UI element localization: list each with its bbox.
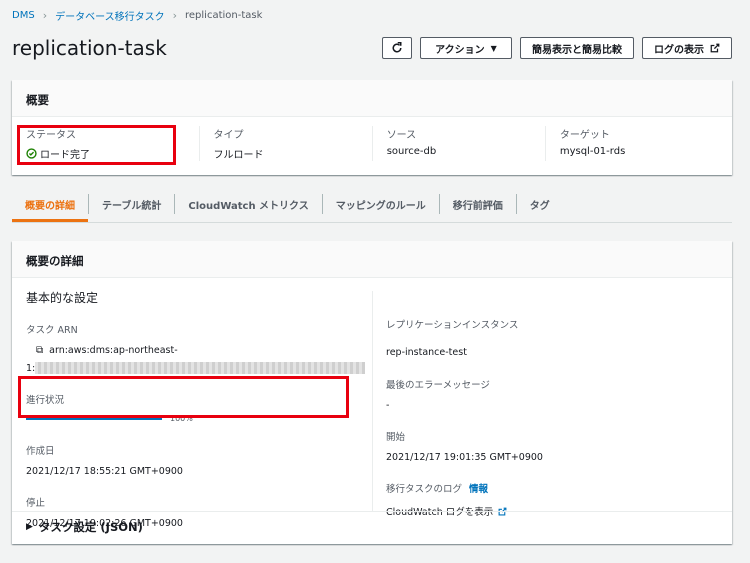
- compare-button[interactable]: 簡易表示と簡易比較: [520, 37, 634, 59]
- tab-mapping-rules[interactable]: マッピングのルール: [321, 194, 439, 214]
- redacted-arn: [35, 362, 366, 374]
- type-field: タイプ フルロード: [198, 126, 372, 161]
- breadcrumb-tasks[interactable]: データベース移行タスク: [55, 8, 165, 23]
- source-link[interactable]: source-db: [387, 146, 437, 157]
- details-right-column: レプリケーションインスタンス rep-instance-test 最後のエラーメ…: [386, 289, 716, 518]
- status-badge: ロード完了: [26, 146, 199, 161]
- progress-value: 100%: [170, 414, 193, 423]
- type-value: フルロード: [213, 150, 264, 161]
- target-link[interactable]: mysql-01-rds: [560, 146, 625, 157]
- task-arn-prefix: 1:: [26, 362, 36, 374]
- stopped-label: 停止: [26, 498, 46, 509]
- target-field: ターゲット mysql-01-rds: [544, 126, 718, 161]
- tab-bar: 概要の詳細 テーブル統計 CloudWatch メトリクス マッピングのルール …: [12, 194, 563, 222]
- progress-label: 進行状況: [26, 395, 65, 406]
- last-error-label: 最後のエラーメッセージ: [386, 380, 490, 391]
- task-settings-label: タスク設定 (JSON): [38, 520, 143, 534]
- page-title: replication-task: [12, 36, 167, 60]
- tab-table-stats[interactable]: テーブル統計: [88, 194, 174, 214]
- details-left-column: 基本的な設定 タスク ARN ⧉ arn:aws:dms:ap-northeas…: [26, 289, 366, 529]
- toolbar: アクション ▼ 簡易表示と簡易比較 ログの表示: [382, 37, 732, 59]
- tab-details[interactable]: 概要の詳細: [12, 194, 88, 222]
- details-title: 概要の詳細: [12, 241, 732, 278]
- summary-panel: 概要 ステータス ロード完了 タイプ フルロード ソース source-db タ…: [12, 80, 732, 175]
- replication-instance-label: レプリケーションインスタンス: [386, 320, 519, 331]
- task-arn-label: タスク ARN: [26, 325, 78, 336]
- caret-right-icon: ▶: [26, 522, 33, 532]
- progress-fill: [26, 417, 162, 420]
- breadcrumb-dms[interactable]: DMS: [12, 10, 35, 21]
- progress-field: 進行状況 100%: [26, 392, 366, 423]
- status-label: ステータス: [26, 130, 76, 141]
- source-field: ソース source-db: [371, 126, 545, 161]
- expander-divider: [12, 511, 732, 512]
- external-link-icon: [710, 43, 720, 53]
- summary-title: 概要: [12, 80, 732, 117]
- task-arn-line2: 1:: [26, 362, 366, 374]
- task-arn-row: ⧉ arn:aws:dms:ap-northeast-: [36, 345, 366, 356]
- tab-premigration-assessment[interactable]: 移行前評価: [438, 194, 516, 214]
- info-link[interactable]: 情報: [469, 484, 488, 495]
- actions-button[interactable]: アクション ▼: [420, 37, 512, 59]
- view-logs-button[interactable]: ログの表示: [642, 37, 732, 59]
- section-title: 基本的な設定: [26, 291, 99, 305]
- task-settings-expander[interactable]: ▶ タスク設定 (JSON): [26, 519, 143, 535]
- refresh-icon: [392, 42, 402, 53]
- status-value: ロード完了: [40, 150, 90, 161]
- started-value: 2021/12/17 19:01:35 GMT+0900: [386, 452, 543, 463]
- actions-label: アクション: [435, 44, 485, 56]
- task-log-label-row: 移行タスクのログ 情報: [386, 481, 716, 495]
- target-label: ターゲット: [559, 130, 610, 141]
- created-label: 作成日: [26, 446, 55, 457]
- column-divider: [372, 291, 373, 511]
- view-logs-label: ログの表示: [654, 44, 704, 56]
- tab-cloudwatch-metrics[interactable]: CloudWatch メトリクス: [174, 194, 321, 214]
- replication-instance-link[interactable]: rep-instance-test: [386, 347, 467, 358]
- started-field: 開始 2021/12/17 19:01:35 GMT+0900: [386, 429, 716, 463]
- last-error-value: -: [386, 400, 390, 411]
- source-label: ソース: [386, 130, 417, 141]
- created-value: 2021/12/17 18:55:21 GMT+0900: [26, 466, 183, 477]
- status-field: ステータス ロード完了: [26, 126, 199, 161]
- replication-instance-field: レプリケーションインスタンス rep-instance-test: [386, 317, 716, 359]
- progress-bar: [26, 417, 162, 420]
- breadcrumb-current: replication-task: [185, 10, 263, 21]
- copy-icon[interactable]: ⧉: [36, 345, 43, 356]
- chevron-right-icon: ›: [172, 9, 177, 22]
- task-log-label: 移行タスクのログ: [386, 484, 463, 495]
- caret-down-icon: ▼: [490, 43, 497, 53]
- type-label: タイプ: [213, 130, 244, 141]
- tab-tags[interactable]: タグ: [515, 194, 563, 214]
- created-field: 作成日 2021/12/17 18:55:21 GMT+0900: [26, 443, 366, 477]
- tab-divider: [12, 222, 732, 223]
- started-label: 開始: [386, 432, 406, 443]
- breadcrumb: DMS › データベース移行タスク › replication-task: [12, 8, 262, 23]
- last-error-field: 最後のエラーメッセージ -: [386, 377, 716, 411]
- details-panel: 概要の詳細 基本的な設定 タスク ARN ⧉ arn:aws:dms:ap-no…: [12, 241, 732, 544]
- task-arn-value: arn:aws:dms:ap-northeast-: [49, 345, 178, 356]
- refresh-button[interactable]: [382, 37, 412, 59]
- task-log-field: 移行タスクのログ 情報 CloudWatch ログを表示: [386, 481, 716, 518]
- check-circle-icon: [26, 148, 37, 159]
- chevron-right-icon: ›: [42, 9, 48, 22]
